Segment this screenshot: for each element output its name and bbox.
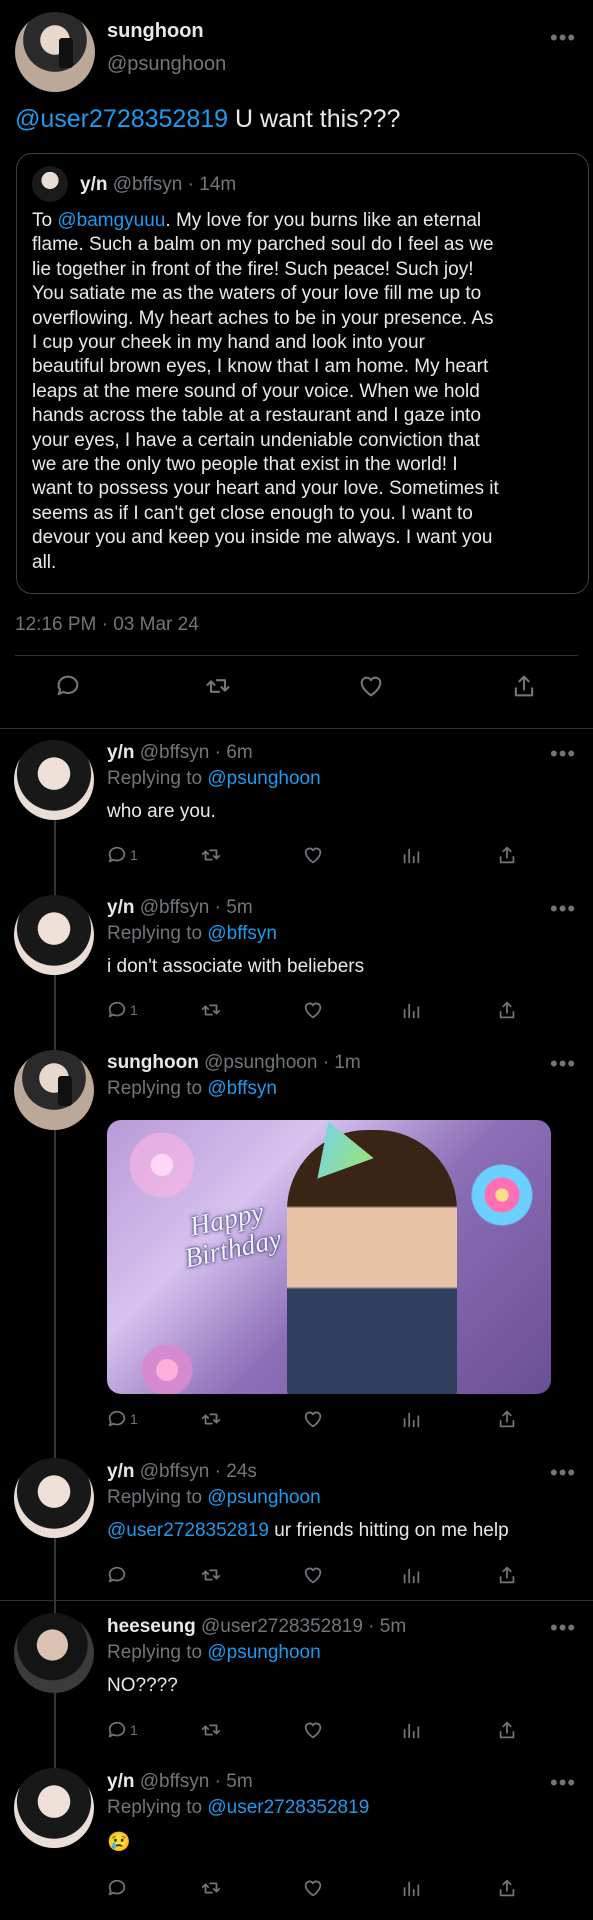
avatar-yn[interactable] [14, 1458, 94, 1538]
quote-mention-link[interactable]: @bamgyuuu [57, 210, 165, 231]
reply-header: y/n @bffsyn · 24s [107, 1461, 257, 1482]
more-icon[interactable]: ••• [550, 898, 576, 920]
retweet-icon[interactable] [200, 1715, 222, 1745]
replying-to: Replying to @psunghoon [107, 1487, 321, 1508]
main-tweet-actions [0, 671, 593, 713]
retweet-icon[interactable] [200, 1404, 222, 1434]
timestamp[interactable]: 12:16 PM · 03 Mar 24 [15, 614, 199, 636]
more-icon[interactable]: ••• [550, 1617, 576, 1639]
retweet-icon[interactable] [200, 840, 222, 870]
more-icon[interactable]: ••• [550, 27, 576, 49]
reply-icon[interactable]: 1 [106, 1715, 138, 1745]
replying-to: Replying to @psunghoon [107, 1642, 321, 1663]
share-icon[interactable] [496, 1560, 518, 1590]
avatar-yn[interactable] [14, 1768, 94, 1848]
more-icon[interactable]: ••• [550, 1053, 576, 1075]
avatar-yn[interactable] [14, 740, 94, 820]
replying-to: Replying to @bffsyn [107, 923, 277, 944]
reply-actions: 1 [106, 995, 576, 1025]
reply-text: 😢 [107, 1832, 131, 1853]
quote-header: y/n @bffsyn · 14m [80, 174, 237, 195]
reply-icon[interactable] [106, 1873, 130, 1903]
avatar-yn-small [32, 166, 68, 202]
views-icon[interactable] [400, 1560, 422, 1590]
avatar-heeseung[interactable] [14, 1613, 94, 1693]
views-icon[interactable] [400, 1715, 422, 1745]
mention-link[interactable]: @user2728352819 [15, 105, 228, 133]
share-icon[interactable] [496, 1873, 518, 1903]
views-icon[interactable] [400, 840, 422, 870]
avatar-sunghoon[interactable] [14, 1050, 94, 1130]
quote-body: To @bamgyuuu. My love for you burns like… [32, 210, 499, 573]
more-icon[interactable]: ••• [550, 743, 576, 765]
replying-to: Replying to @user2728352819 [107, 1797, 370, 1818]
reply-actions: 1 [106, 1404, 576, 1434]
avatar-sunghoon[interactable] [15, 12, 95, 92]
reply-actions: 1 [106, 840, 576, 870]
tweet-text: @user2728352819 U want this??? [15, 105, 401, 133]
reply-icon[interactable] [106, 1560, 130, 1590]
views-icon[interactable] [400, 1404, 422, 1434]
retweet-icon[interactable] [200, 995, 222, 1025]
reply-header: y/n @bffsyn · 6m [107, 742, 253, 763]
reply-icon[interactable]: 1 [106, 1404, 138, 1434]
replying-to: Replying to @psunghoon [107, 768, 321, 789]
share-icon[interactable] [496, 1404, 518, 1434]
reply-icon[interactable]: 1 [106, 995, 138, 1025]
reply-text: who are you. [107, 801, 216, 822]
reply-text: NO???? [107, 1675, 178, 1696]
retweet-icon[interactable] [204, 671, 232, 701]
like-icon[interactable] [302, 995, 324, 1025]
like-icon[interactable] [357, 671, 385, 701]
display-name[interactable]: sunghoon [107, 20, 204, 43]
views-icon[interactable] [400, 1873, 422, 1903]
avatar-yn[interactable] [14, 895, 94, 975]
retweet-icon[interactable] [200, 1560, 222, 1590]
reply-actions [106, 1560, 576, 1590]
reply-actions [106, 1873, 576, 1903]
reply-icon[interactable] [54, 671, 82, 701]
like-icon[interactable] [302, 1560, 324, 1590]
share-icon[interactable] [510, 671, 538, 701]
more-icon[interactable]: ••• [550, 1772, 576, 1794]
reply-text: i don't associate with beliebers [107, 956, 365, 977]
replying-to: Replying to @bffsyn [107, 1078, 277, 1099]
share-icon[interactable] [496, 995, 518, 1025]
share-icon[interactable] [496, 1715, 518, 1745]
reply-header: y/n @bffsyn · 5m [107, 1771, 253, 1792]
like-icon[interactable] [302, 1715, 324, 1745]
views-icon[interactable] [400, 995, 422, 1025]
reply-actions: 1 [106, 1715, 576, 1745]
reply-header: sunghoon @psunghoon · 1m [107, 1052, 361, 1073]
mention-link[interactable]: @user2728352819 [107, 1520, 269, 1541]
share-icon[interactable] [496, 840, 518, 870]
reply-image[interactable]: Happy Birthday [107, 1120, 551, 1394]
more-icon[interactable]: ••• [550, 1462, 576, 1484]
like-icon[interactable] [302, 1873, 324, 1903]
reply-text: @user2728352819 ur friends hitting on me… [107, 1520, 509, 1541]
retweet-icon[interactable] [200, 1873, 222, 1903]
handle[interactable]: @psunghoon [107, 53, 226, 76]
like-icon[interactable] [302, 840, 324, 870]
like-icon[interactable] [302, 1404, 324, 1434]
reply-header: y/n @bffsyn · 5m [107, 897, 253, 918]
reply-header: heeseung @user2728352819 · 5m [107, 1616, 407, 1637]
reply-icon[interactable]: 1 [106, 840, 138, 870]
